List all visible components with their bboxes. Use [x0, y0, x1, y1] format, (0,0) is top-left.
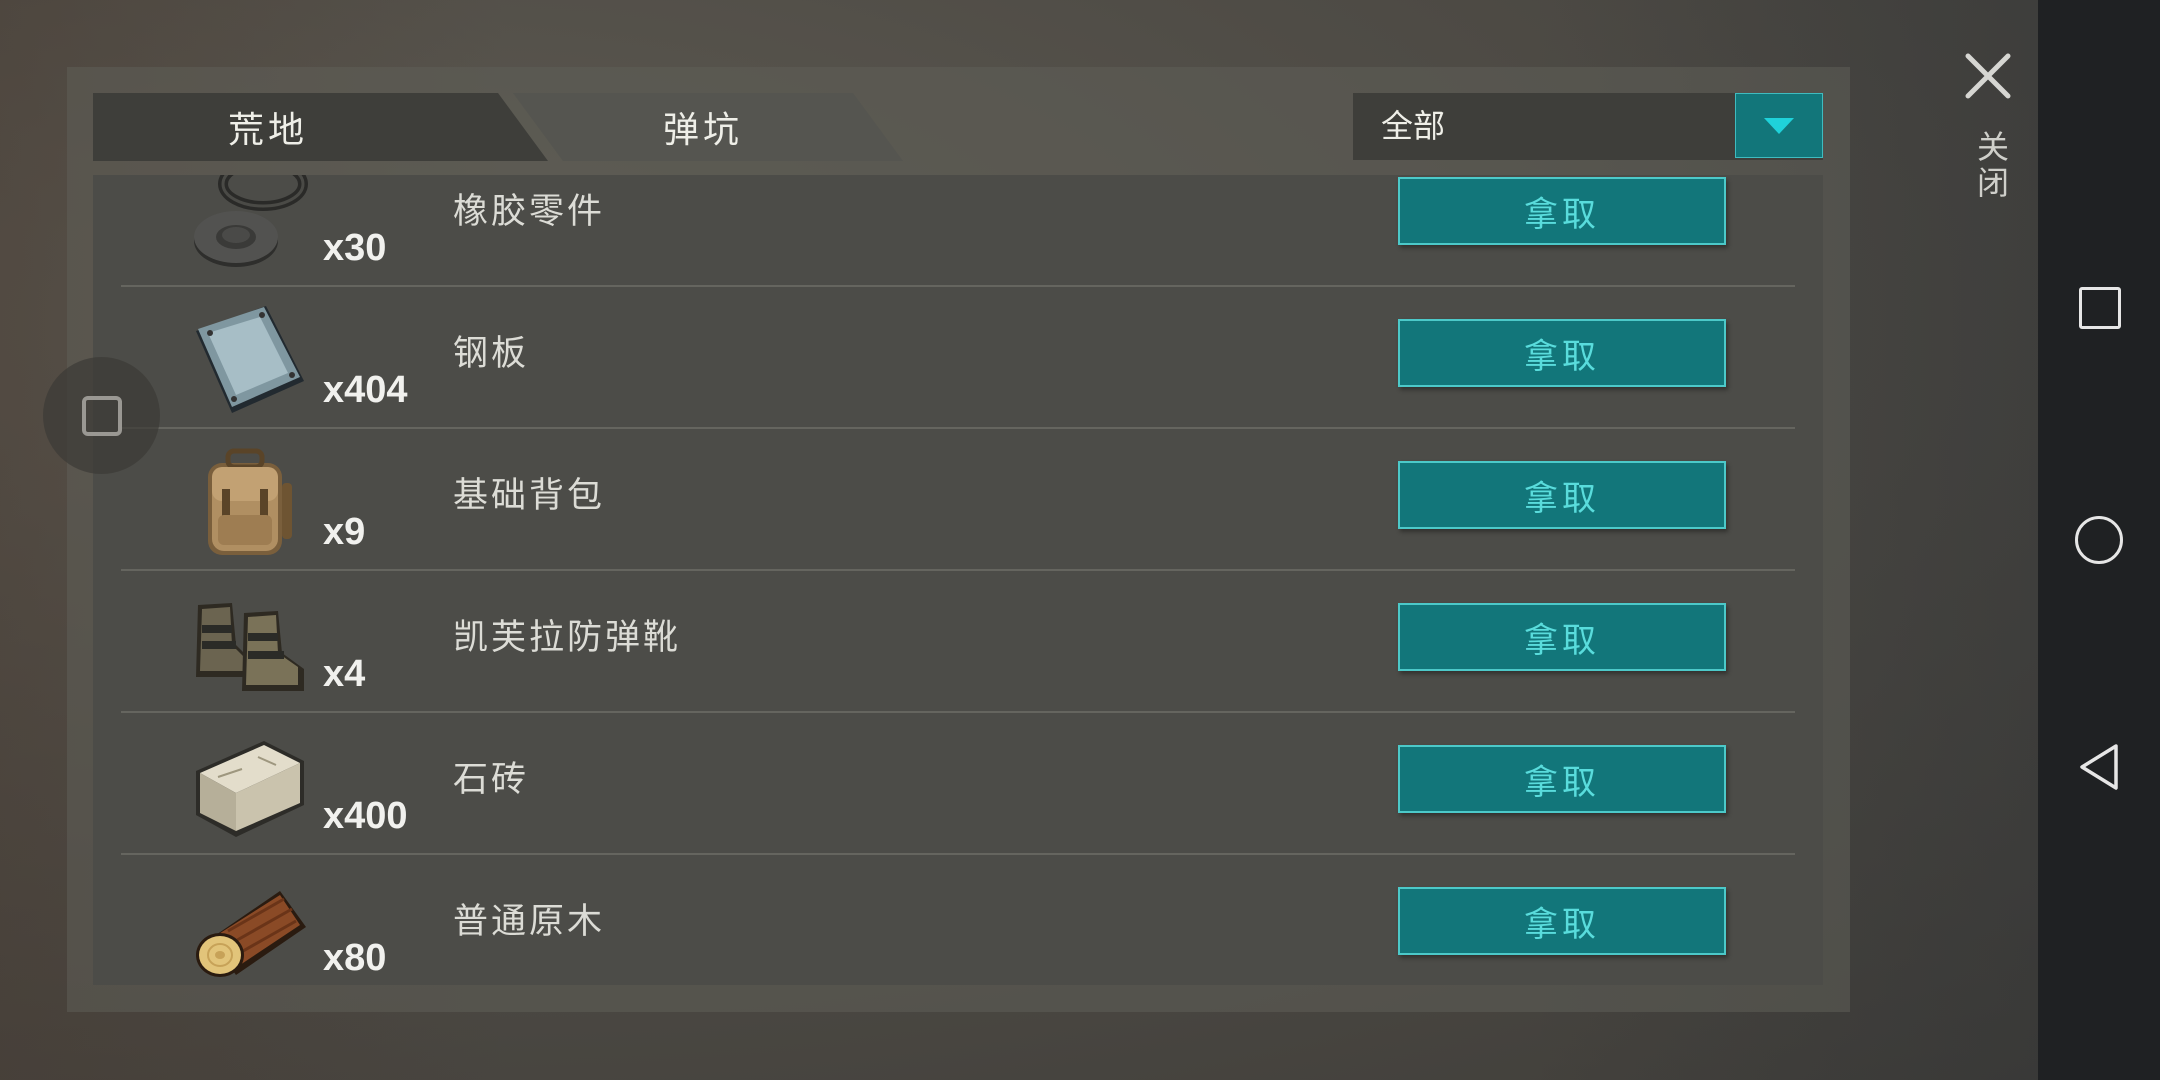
take-button[interactable]: 拿取 — [1398, 319, 1726, 387]
item-quantity: x30 — [323, 227, 387, 269]
category-filter[interactable]: 全部 — [1353, 93, 1823, 160]
back-icon[interactable] — [2076, 742, 2122, 792]
take-button[interactable]: 拿取 — [1398, 887, 1726, 955]
item-quantity: x400 — [323, 795, 408, 837]
recent-apps-icon[interactable] — [2079, 287, 2121, 329]
chevron-down-icon — [1764, 117, 1794, 134]
filter-selected-value: 全部 — [1381, 107, 1446, 145]
home-icon[interactable] — [2075, 516, 2123, 564]
item-name: 石砖 — [453, 760, 530, 800]
backpack-icon — [208, 448, 292, 555]
close-label[interactable]: 关闭 — [1968, 130, 2014, 202]
take-button[interactable]: 拿取 — [1398, 745, 1726, 813]
item-quantity: x4 — [323, 653, 366, 695]
filter-dropdown-button[interactable] — [1735, 93, 1823, 158]
take-button[interactable]: 拿取 — [1398, 177, 1726, 245]
kevlar-boots-icon — [196, 603, 304, 691]
rubber-parts-icon — [194, 175, 308, 267]
log-icon — [196, 891, 306, 977]
square-icon — [81, 395, 122, 436]
list-item: x9 基础背包 拿取 — [93, 429, 1823, 571]
tab-crater[interactable]: 弹坑 — [538, 93, 868, 161]
item-quantity: x80 — [323, 937, 387, 979]
list-item: x400 石砖 拿取 — [93, 713, 1823, 855]
take-button[interactable]: 拿取 — [1398, 461, 1726, 529]
item-name: 普通原木 — [453, 902, 606, 942]
steel-plate-icon — [196, 306, 304, 413]
tab-wasteland[interactable]: 荒地 — [93, 93, 443, 161]
list-item: x404 钢板 拿取 — [93, 287, 1823, 429]
item-name: 橡胶零件 — [453, 192, 606, 232]
floating-assistive-button[interactable] — [43, 357, 160, 474]
list-item: x80 普通原木 拿取 — [93, 855, 1823, 985]
item-quantity: x9 — [323, 511, 366, 553]
item-name: 钢板 — [453, 334, 530, 374]
item-name: 凯芙拉防弹靴 — [453, 618, 682, 658]
list-item: x4 凯芙拉防弹靴 拿取 — [93, 571, 1823, 713]
item-quantity: x404 — [323, 369, 408, 411]
item-list[interactable]: x30 橡胶零件 拿取 x404 钢板 拿取 x9 基础背包 拿取 x4 凯芙拉… — [93, 175, 1823, 985]
close-icon[interactable] — [1960, 48, 2016, 104]
take-button[interactable]: 拿取 — [1398, 603, 1726, 671]
stone-brick-icon — [196, 741, 304, 837]
list-item: x30 橡胶零件 拿取 — [93, 175, 1823, 287]
item-name: 基础背包 — [453, 476, 606, 516]
